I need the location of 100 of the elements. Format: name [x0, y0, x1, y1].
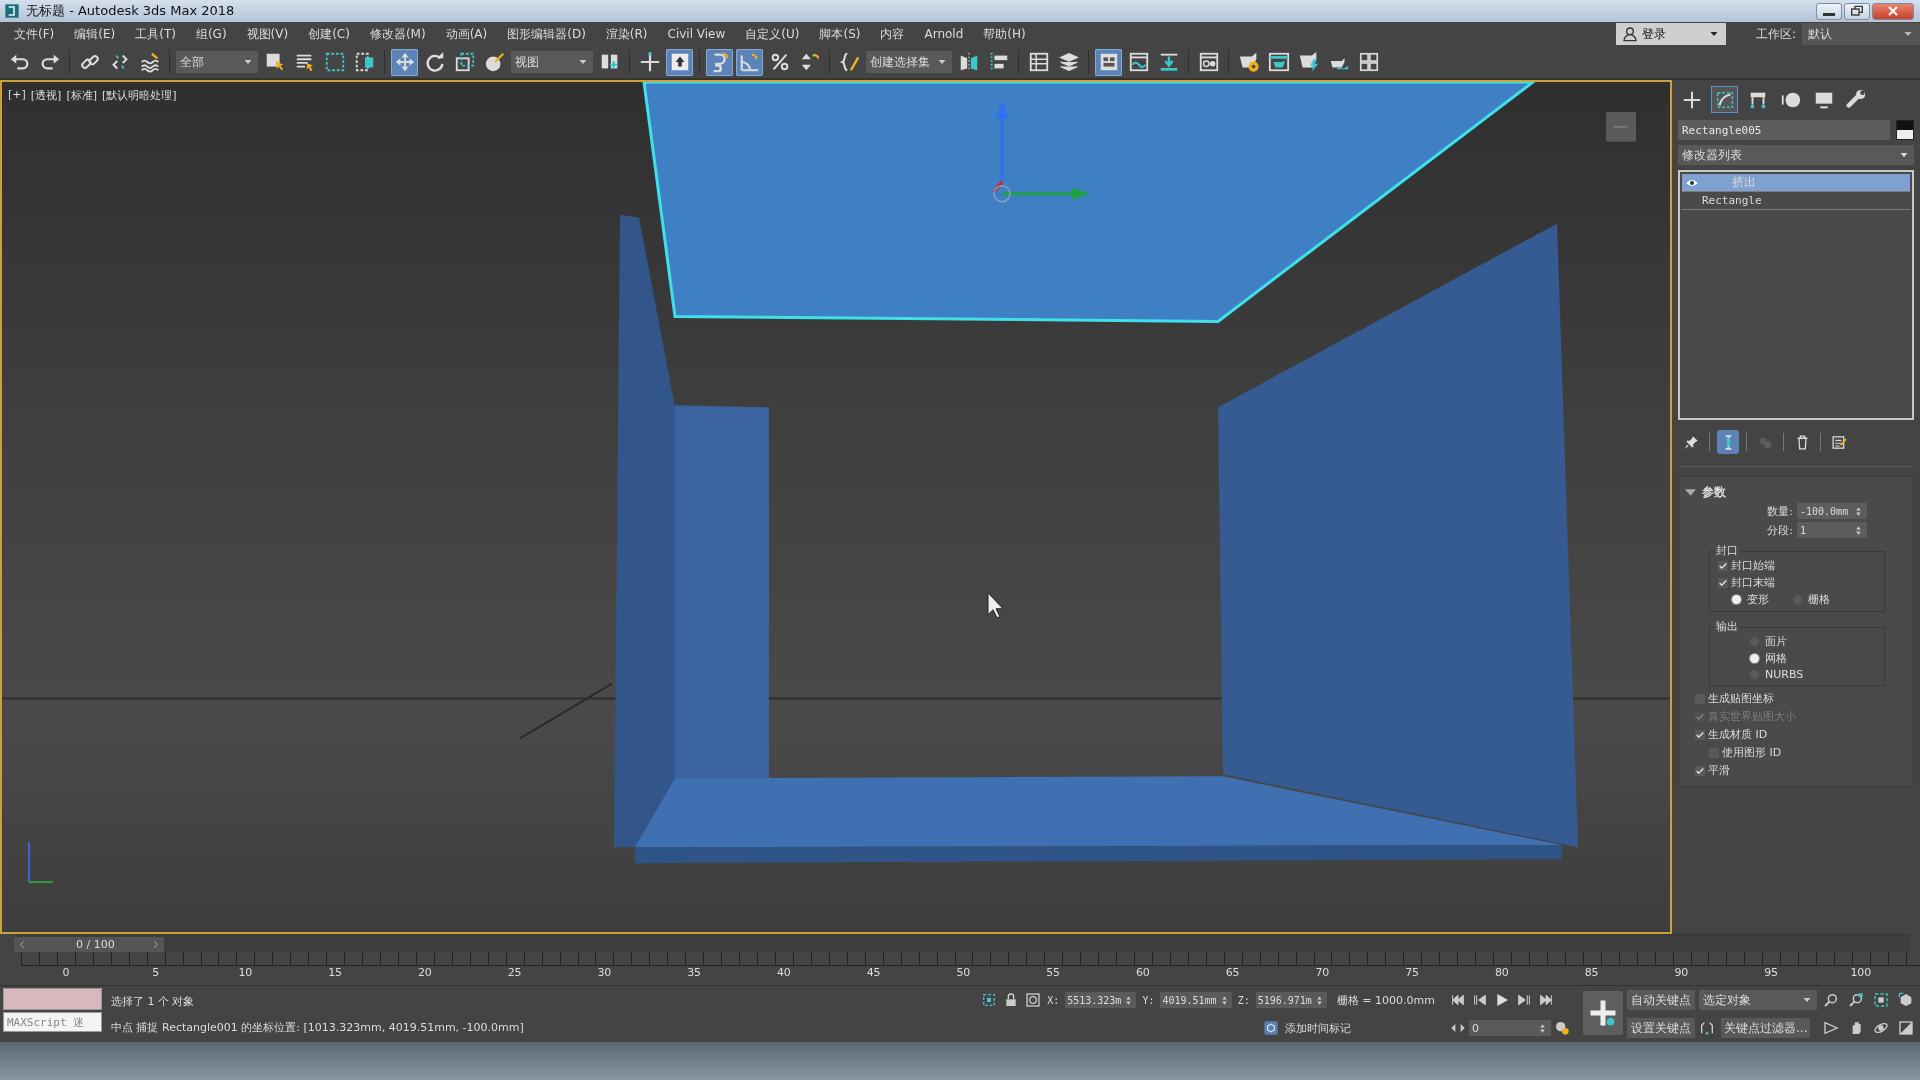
zoom-extents-icon [1873, 992, 1889, 1008]
checkbox-label: 封口始端 [1731, 558, 1775, 573]
menu-item[interactable]: 编辑(E) [68, 25, 130, 43]
spinner-field[interactable]: -100.0mm [1797, 503, 1867, 519]
menu-item[interactable]: Civil View [661, 27, 740, 41]
coordinate-field[interactable]: 4019.51mm [1160, 992, 1232, 1008]
zoom-extents-all-icon [1898, 992, 1914, 1008]
menu-item[interactable]: 文件(F) [8, 25, 69, 43]
close-button[interactable] [1872, 2, 1914, 20]
coordinate-field[interactable]: 5513.323m [1065, 992, 1137, 1008]
current-frame-field[interactable]: 0 [1469, 1020, 1551, 1036]
checkbox[interactable] [1695, 729, 1705, 740]
object-name-field[interactable]: Rectangle005 [1678, 120, 1890, 140]
wave-icon [138, 51, 161, 73]
collapse-arrow-icon [1685, 486, 1696, 498]
toolbar-button[interactable] [736, 48, 763, 76]
coordinate-field[interactable]: 5196.971m [1255, 992, 1327, 1008]
set-key-button[interactable] [1583, 991, 1623, 1035]
axis-label: Z: [1237, 994, 1250, 1006]
previous-frame-icon [1472, 992, 1488, 1008]
stack-item-label: 挤出 [1732, 174, 1756, 191]
toolbar-button[interactable] [1095, 48, 1122, 76]
key-filters-button[interactable]: 关键点过滤器... [1721, 1018, 1811, 1038]
wrench-icon [1845, 88, 1868, 111]
timeline-ruler[interactable]: 0 5 10 15 20 25 30 35 40 45 50 55 60 65 70 75 80 85 90 95 100 [0, 952, 1920, 986]
stack-tool-button[interactable] [1717, 430, 1739, 454]
viewcube-icon[interactable] [1606, 111, 1636, 142]
toolbar-dropdown[interactable]: 全部 [176, 51, 258, 73]
viewport-label[interactable]: [透视] [30, 88, 62, 103]
workspace-dropdown[interactable]: 默认 [1802, 23, 1920, 45]
checkbox-label: 封口末端 [1731, 575, 1775, 590]
teapot-bolt-icon [1297, 51, 1320, 73]
menu-item[interactable]: 帮助(H) [977, 25, 1040, 43]
toolbar-button[interactable] [391, 48, 418, 76]
frame-number: 75 [1404, 966, 1421, 979]
set-key-mode-button[interactable]: 设置关键点 [1627, 1018, 1695, 1038]
viewport-label[interactable]: [标准] [66, 88, 97, 103]
grid-size: 栅格 = 1000.0mm [1336, 992, 1435, 1008]
toolbar-dropdown[interactable]: 创建选择集 [866, 51, 952, 73]
time-tag-label: 添加时间标记 [1285, 1020, 1351, 1036]
radio-button[interactable] [1750, 654, 1759, 663]
menu-item[interactable]: 脚本(S) [813, 25, 875, 43]
key-plus-icon [1588, 998, 1618, 1028]
restore-icon [1849, 3, 1865, 19]
frame-number: 20 [416, 966, 433, 979]
dashed-square-icon [323, 51, 346, 73]
radio-button[interactable] [1732, 595, 1741, 604]
field-of-view-icon [1823, 1020, 1839, 1036]
viewport-label[interactable]: [+] [8, 88, 26, 103]
isolate-icon [981, 992, 998, 1008]
auto-key-button[interactable]: 自动关键点 [1627, 990, 1695, 1010]
checkbox[interactable] [1718, 560, 1728, 571]
menu-item[interactable]: 渲染(R) [599, 25, 662, 43]
rollout-title[interactable]: 参数 [1702, 483, 1726, 501]
frame-number: 90 [1673, 966, 1690, 979]
menu-item[interactable]: 创建(C) [302, 25, 364, 43]
spinner-arrows-icon [1853, 505, 1864, 517]
app-logo-icon [4, 3, 20, 19]
minimize-button[interactable] [1816, 2, 1842, 20]
viewport[interactable]: [+] [透视] [标准] [默认明暗处理] [0, 80, 1672, 934]
spinner-field[interactable]: 1 [1797, 522, 1867, 538]
go-to-end-icon [1538, 992, 1554, 1008]
layers-icon [1057, 51, 1080, 73]
menu-item[interactable]: 组(G) [189, 25, 241, 43]
stack-item[interactable]: Rectangle [1682, 192, 1910, 210]
menu-item[interactable]: 工具(T) [129, 25, 190, 43]
viewport-label[interactable]: [默认明暗处理] [102, 88, 177, 103]
login-dropdown[interactable]: 登录 [1615, 23, 1726, 45]
workspace-label: 工作区: [1755, 25, 1796, 43]
dropdown-value: 创建选择集 [870, 53, 930, 71]
color-swatch[interactable] [1896, 120, 1914, 140]
checkbox[interactable] [1718, 577, 1728, 588]
toolbar-button[interactable] [706, 48, 733, 76]
zoom-all-icon [1848, 992, 1864, 1008]
toolbar-dropdown[interactable]: 视图 [511, 51, 593, 73]
dropdown-value: 修改器列表 [1682, 146, 1742, 164]
frame-number: 55 [1045, 966, 1062, 979]
spinner-label: 分段: [1767, 522, 1793, 538]
checkbox-label: 平滑 [1708, 763, 1730, 778]
script-input-field[interactable] [3, 988, 102, 1010]
menu-item[interactable]: 内容 [874, 25, 919, 43]
menu-item[interactable]: Arnold [918, 27, 978, 41]
key-mode-dropdown[interactable]: 选定对象 [1699, 990, 1817, 1010]
toolbar-button[interactable] [666, 48, 693, 76]
checkmark-icon [1695, 729, 1705, 740]
menu-item[interactable]: 修改器(M) [363, 25, 440, 43]
menu-item[interactable]: 图形编辑器(D) [501, 25, 600, 43]
radio-label: 面片 [1765, 634, 1787, 649]
workspace-value: 默认 [1808, 25, 1832, 43]
menu-item[interactable]: 视图(V) [240, 25, 303, 43]
checkbox[interactable] [1695, 765, 1705, 776]
dropdown-value: 选定对象 [1703, 991, 1751, 1009]
restore-button[interactable] [1844, 2, 1870, 20]
teapot-window-icon [1267, 51, 1290, 73]
time-tag-button[interactable] [1263, 1020, 1279, 1036]
modifier-list-dropdown[interactable]: 修改器列表 [1678, 145, 1914, 165]
panel-tab[interactable] [1711, 86, 1738, 113]
material-editor-icon [1197, 51, 1220, 73]
menu-item[interactable]: 动画(A) [439, 25, 502, 43]
menu-item[interactable]: 自定义(U) [739, 25, 814, 43]
